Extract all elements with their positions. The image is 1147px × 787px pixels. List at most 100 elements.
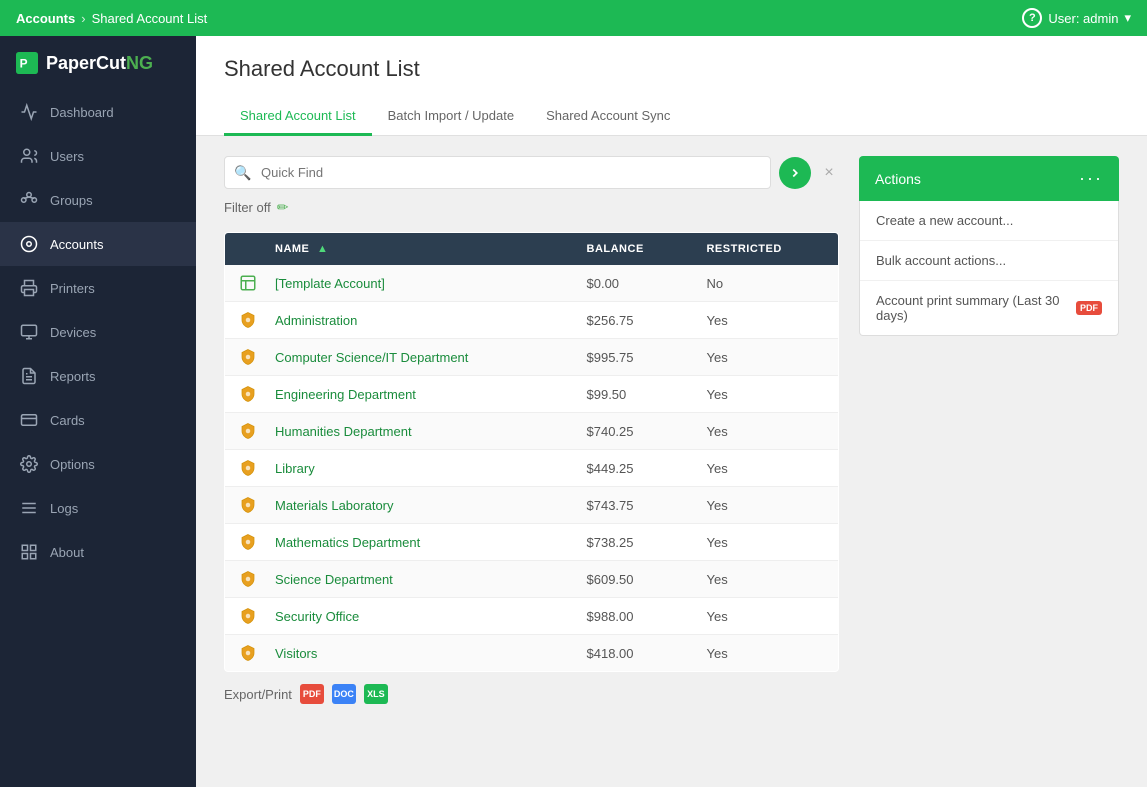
action-create-account[interactable]: Create a new account... (860, 201, 1118, 241)
row-name[interactable]: Science Department (261, 561, 573, 598)
sidebar-item-accounts[interactable]: Accounts (0, 222, 196, 266)
row-name[interactable]: Engineering Department (261, 376, 573, 413)
tabs: Shared Account List Batch Import / Updat… (224, 98, 1119, 135)
row-icon-cell (225, 635, 262, 672)
table-row: [Template Account]$0.00No (225, 265, 839, 302)
row-balance: $740.25 (573, 413, 693, 450)
account-name-link[interactable]: Engineering Department (275, 387, 416, 402)
tab-shared-account-list[interactable]: Shared Account List (224, 98, 372, 136)
row-name[interactable]: Library (261, 450, 573, 487)
search-clear-button[interactable]: × (819, 163, 839, 183)
logs-icon (20, 499, 38, 517)
accounts-table: NAME ▲ BALANCE RESTRICTED [Template Acco… (224, 232, 839, 672)
sidebar-item-options[interactable]: Options (0, 442, 196, 486)
row-name[interactable]: Humanities Department (261, 413, 573, 450)
shield-icon (239, 644, 257, 662)
table-body: [Template Account]$0.00NoAdministration$… (225, 265, 839, 672)
row-name[interactable]: Materials Laboratory (261, 487, 573, 524)
export-row: Export/Print PDF DOC XLS (224, 684, 839, 704)
sidebar-item-dashboard[interactable]: Dashboard (0, 90, 196, 134)
col-balance: BALANCE (573, 233, 693, 266)
account-name-link[interactable]: Administration (275, 313, 357, 328)
help-button[interactable]: ? (1022, 8, 1042, 28)
user-dropdown-icon[interactable]: ▾ (1124, 10, 1131, 26)
row-balance: $609.50 (573, 561, 693, 598)
row-name[interactable]: Computer Science/IT Department (261, 339, 573, 376)
sidebar-item-reports[interactable]: Reports (0, 354, 196, 398)
main: Shared Account List Shared Account List … (196, 36, 1147, 787)
row-balance: $449.25 (573, 450, 693, 487)
users-icon (20, 147, 38, 165)
actions-more-button[interactable]: ··· (1079, 168, 1103, 189)
pdf-badge: PDF (1076, 301, 1102, 315)
account-name-link[interactable]: Computer Science/IT Department (275, 350, 468, 365)
row-icon-cell (225, 524, 262, 561)
row-name[interactable]: Mathematics Department (261, 524, 573, 561)
template-icon (239, 274, 257, 292)
row-restricted: Yes (692, 598, 838, 635)
breadcrumb-current: Shared Account List (92, 11, 208, 26)
logo: P PaperCutNG (0, 36, 196, 90)
table-row: Security Office$988.00Yes (225, 598, 839, 635)
row-name[interactable]: [Template Account] (261, 265, 573, 302)
groups-icon (20, 191, 38, 209)
row-icon-cell (225, 561, 262, 598)
export-doc-button[interactable]: DOC (332, 684, 356, 704)
search-input[interactable] (224, 156, 771, 189)
row-restricted: Yes (692, 339, 838, 376)
row-icon-cell (225, 376, 262, 413)
printers-icon (20, 279, 38, 297)
table-row: Mathematics Department$738.25Yes (225, 524, 839, 561)
filter-label: Filter off (224, 200, 271, 215)
account-name-link[interactable]: Visitors (275, 646, 317, 661)
sidebar-item-about[interactable]: About (0, 530, 196, 574)
account-name-link[interactable]: [Template Account] (275, 276, 385, 291)
row-icon-cell (225, 487, 262, 524)
sidebar-item-groups[interactable]: Groups (0, 178, 196, 222)
sidebar-item-devices[interactable]: Devices (0, 310, 196, 354)
sidebar-label-users: Users (50, 149, 84, 164)
row-name[interactable]: Security Office (261, 598, 573, 635)
tab-shared-account-sync[interactable]: Shared Account Sync (530, 98, 686, 136)
row-icon-cell (225, 302, 262, 339)
table-row: Administration$256.75Yes (225, 302, 839, 339)
row-restricted: Yes (692, 561, 838, 598)
sidebar-label-about: About (50, 545, 84, 560)
account-name-link[interactable]: Humanities Department (275, 424, 412, 439)
row-restricted: No (692, 265, 838, 302)
action-print-summary[interactable]: Account print summary (Last 30 days) PDF (860, 281, 1118, 335)
tab-batch-import[interactable]: Batch Import / Update (372, 98, 530, 136)
export-pdf-button[interactable]: PDF (300, 684, 324, 704)
cards-icon (20, 411, 38, 429)
shield-icon (239, 422, 257, 440)
accounts-icon (20, 235, 38, 253)
sidebar-item-cards[interactable]: Cards (0, 398, 196, 442)
account-name-link[interactable]: Science Department (275, 572, 393, 587)
logo-icon: P (16, 52, 38, 74)
account-name-link[interactable]: Security Office (275, 609, 359, 624)
row-icon-cell (225, 450, 262, 487)
sidebar-label-cards: Cards (50, 413, 85, 428)
search-submit-button[interactable] (779, 157, 811, 189)
account-name-link[interactable]: Materials Laboratory (275, 498, 394, 513)
filter-edit-icon[interactable]: ✏ (277, 199, 289, 216)
account-name-link[interactable]: Mathematics Department (275, 535, 420, 550)
action-bulk-actions[interactable]: Bulk account actions... (860, 241, 1118, 281)
row-restricted: Yes (692, 376, 838, 413)
sidebar-item-printers[interactable]: Printers (0, 266, 196, 310)
breadcrumb-accounts[interactable]: Accounts (16, 11, 75, 26)
col-restricted: RESTRICTED (692, 233, 838, 266)
col-icon (225, 233, 262, 266)
row-name[interactable]: Administration (261, 302, 573, 339)
sidebar-item-logs[interactable]: Logs (0, 486, 196, 530)
row-name[interactable]: Visitors (261, 635, 573, 672)
table-row: Engineering Department$99.50Yes (225, 376, 839, 413)
sidebar-item-users[interactable]: Users (0, 134, 196, 178)
export-xls-button[interactable]: XLS (364, 684, 388, 704)
reports-icon (20, 367, 38, 385)
sort-arrow: ▲ (317, 243, 328, 255)
content-area: 🔍 × Filter off ✏ (196, 136, 1147, 787)
user-menu[interactable]: ? User: admin ▾ (1022, 8, 1131, 28)
account-name-link[interactable]: Library (275, 461, 315, 476)
row-restricted: Yes (692, 302, 838, 339)
